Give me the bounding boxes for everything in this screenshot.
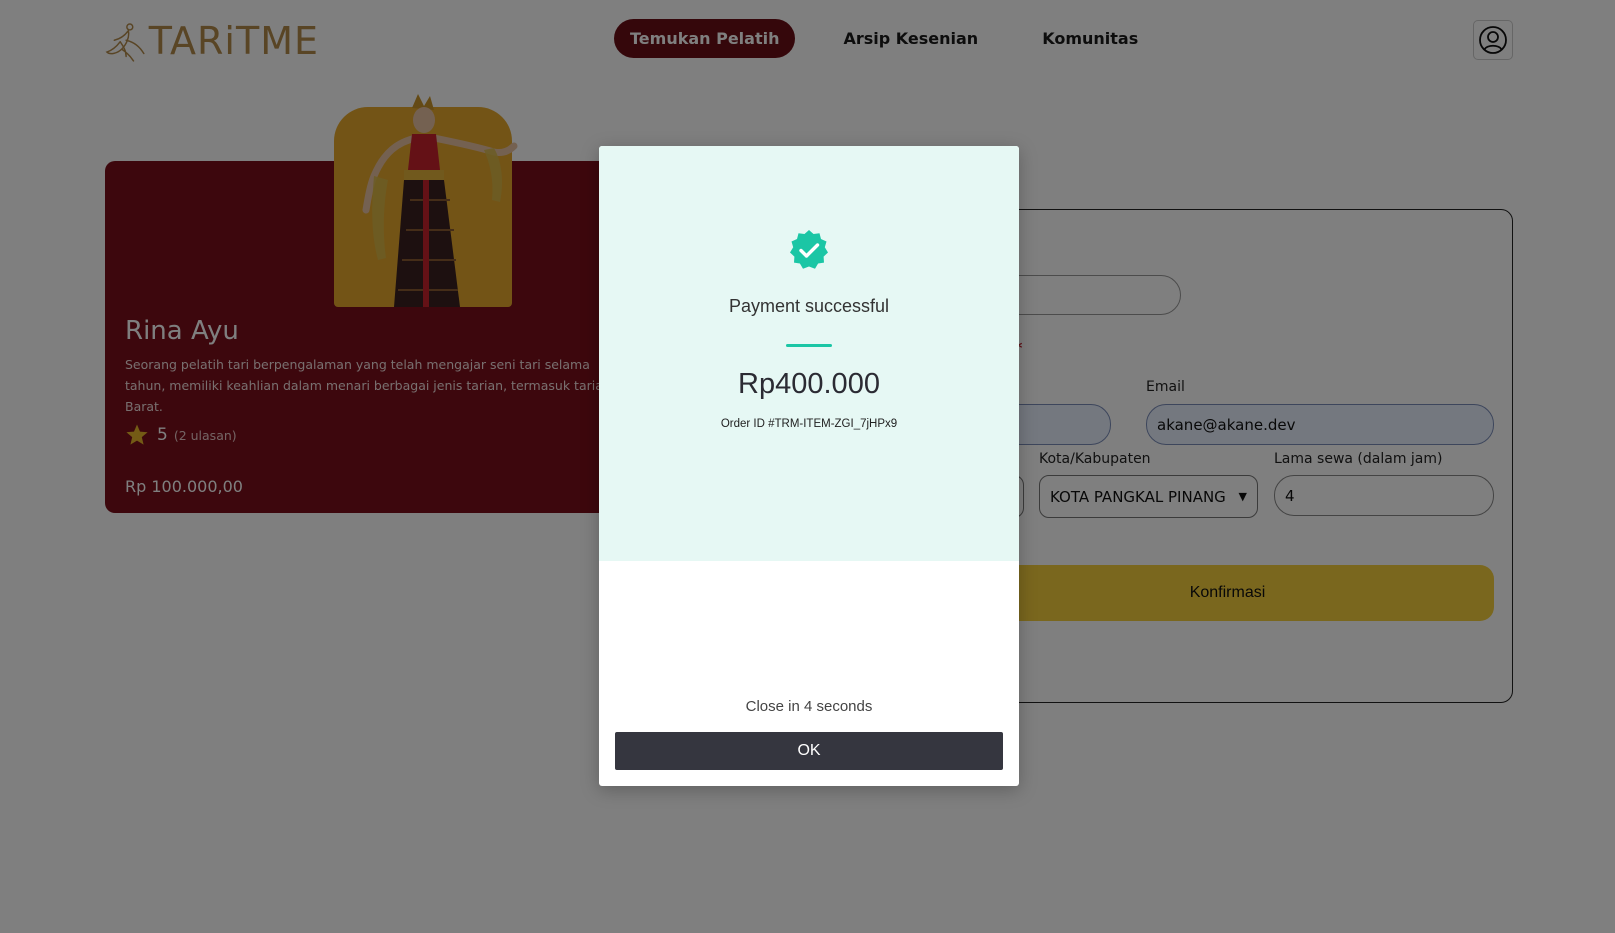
divider <box>786 344 832 347</box>
payment-title: Payment successful <box>728 296 890 316</box>
ok-button[interactable]: OK <box>615 732 1003 770</box>
order-id: Order ID #TRM-ITEM-ZGI_7jHPx9 <box>720 418 898 430</box>
ok-button-label: OK <box>797 742 821 759</box>
verified-check-icon <box>790 230 828 269</box>
auto-close-countdown: Close in 4 seconds <box>745 698 873 715</box>
modal-overlay: Payment successful Rp400.000 Order ID #T… <box>0 0 1615 933</box>
payment-summary: Payment successful Rp400.000 Order ID #T… <box>599 146 1019 561</box>
payment-amount: Rp400.000 <box>738 368 880 400</box>
payment-success-dialog: Payment successful Rp400.000 Order ID #T… <box>599 146 1019 786</box>
